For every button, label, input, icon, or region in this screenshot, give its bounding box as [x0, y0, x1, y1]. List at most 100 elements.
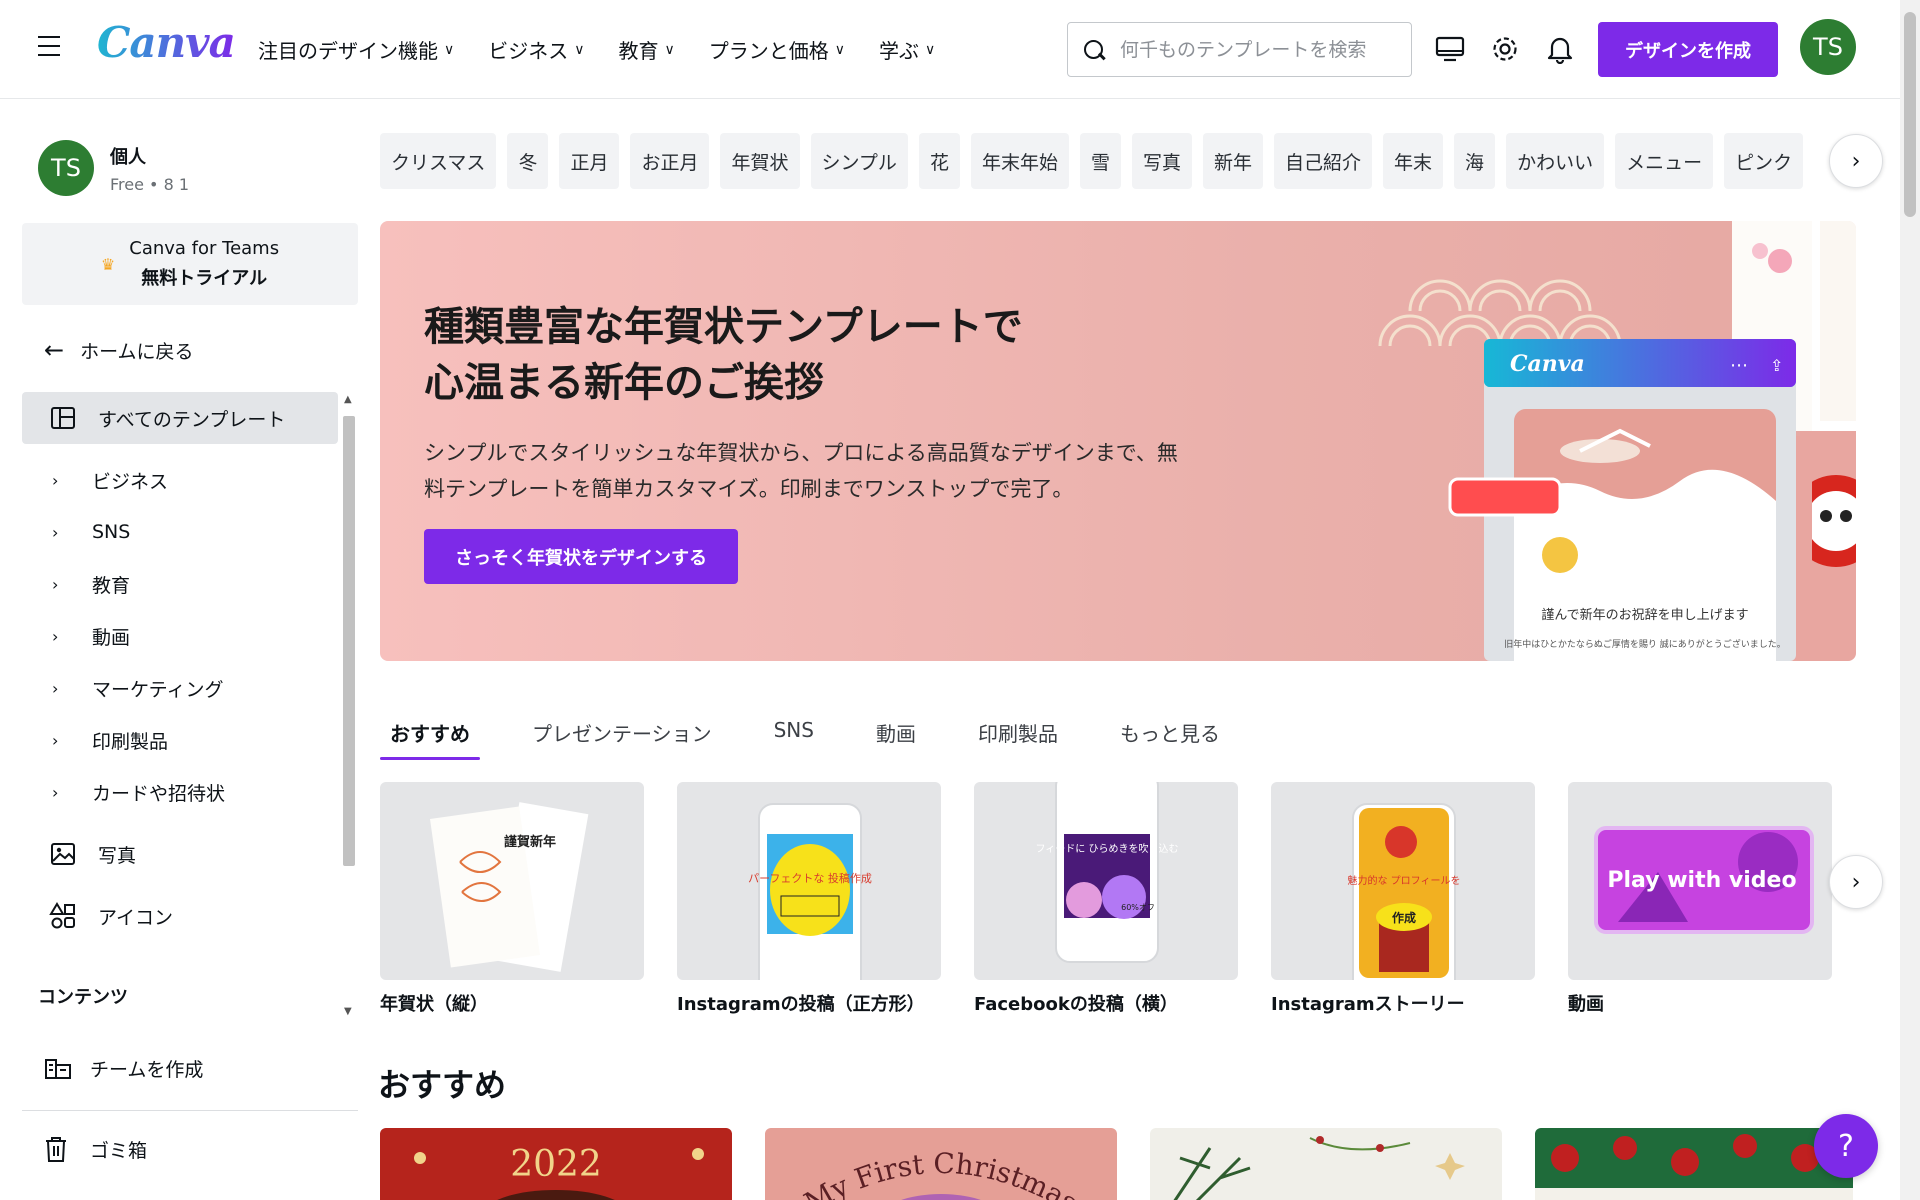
back-home-link[interactable]: ← ホームに戻る [44, 336, 194, 364]
keyword-chip[interactable]: 雪 [1079, 133, 1121, 189]
nav-education[interactable]: 教育 ∨ [619, 35, 675, 64]
template-card[interactable]: 2022 [380, 1128, 732, 1200]
chevron-right-icon: › [52, 574, 59, 594]
thumb-text: 魅力的な プロフィールを [1348, 874, 1461, 887]
account-name: 個人 [110, 146, 146, 168]
design-type-card[interactable]: Play with video 動画 [1568, 782, 1832, 1016]
search-icon [1082, 38, 1106, 62]
menu-icon[interactable] [38, 36, 60, 56]
canva-logo[interactable]: Canva [97, 18, 236, 67]
scroll-down-icon[interactable]: ▼ [344, 1006, 352, 1017]
thumb-badge: 60%オフ [1121, 903, 1155, 912]
keyword-chip[interactable]: 年賀状 [720, 133, 800, 189]
sidebar-item-cards[interactable]: › カードや招待状 [22, 766, 338, 818]
keyword-chip[interactable]: ピンク [1724, 133, 1804, 189]
help-button[interactable]: ? [1814, 1114, 1878, 1178]
search-box[interactable] [1067, 22, 1412, 77]
design-type-label: Facebookの投稿（横） [974, 994, 1178, 1015]
trash-icon [44, 1135, 74, 1163]
sidebar-item-education[interactable]: › 教育 [22, 558, 338, 610]
design-type-card[interactable]: 魅力的な プロフィールを 作成 Instagramストーリー [1271, 782, 1535, 1016]
trash-link[interactable]: ゴミ箱 [44, 1135, 147, 1163]
avatar[interactable]: TS [1800, 19, 1856, 75]
hero-banner: 種類豊富な年賀状テンプレートで 心温まる新年のご挨拶 シンプルでスタイリッシュな… [380, 221, 1856, 661]
template-card[interactable] [1535, 1128, 1853, 1200]
sidebar-scrollbar[interactable]: ▲ ▼ [340, 394, 358, 1022]
sidebar-item-photos[interactable]: 写真 [22, 828, 338, 880]
keyword-chip[interactable]: 花 [918, 133, 960, 189]
template-card[interactable] [1150, 1128, 1502, 1200]
keyword-chip[interactable]: 年末 [1383, 133, 1444, 189]
tab-presentation[interactable]: プレゼンテーション [522, 700, 722, 760]
tab-recommended[interactable]: おすすめ [380, 700, 480, 760]
keyword-chip[interactable]: クリスマス [380, 133, 497, 189]
sidebar-item-marketing[interactable]: › マーケティング [22, 662, 338, 714]
preview-logo: Canva [1510, 351, 1585, 377]
scrollbar-thumb[interactable] [343, 416, 355, 866]
sidebar-item-video[interactable]: › 動画 [22, 610, 338, 662]
keyword-chip[interactable]: 新年 [1203, 133, 1264, 189]
desktop-app-icon[interactable] [1434, 33, 1466, 65]
recommended-title: おすすめ [378, 1066, 507, 1104]
gear-icon[interactable] [1489, 33, 1521, 65]
sidebar-item-business[interactable]: › ビジネス [22, 454, 338, 506]
sidebar-item-print[interactable]: › 印刷製品 [22, 714, 338, 766]
keyword-chip[interactable]: お正月 [630, 133, 710, 189]
teams-trial-button[interactable]: ♛ Canva for Teams 無料トライアル [22, 223, 358, 305]
nav-learn[interactable]: 学ぶ ∨ [879, 35, 935, 64]
chevron-right-icon: › [52, 730, 59, 750]
chevron-right-icon: › [1851, 148, 1861, 174]
create-team-link[interactable]: チームを作成 [44, 1055, 203, 1082]
nav-pricing[interactable]: プランと価格 ∨ [709, 35, 845, 64]
tab-more[interactable]: もっと見る [1110, 700, 1230, 760]
keyword-chip[interactable]: 海 [1454, 133, 1496, 189]
keyword-chip[interactable]: メニュー [1615, 133, 1714, 189]
design-type-label: 年賀状（縦） [380, 994, 488, 1015]
account-switcher[interactable]: TS 個人 Free • 8 1 [38, 140, 189, 196]
shapes-icon [48, 902, 78, 930]
chevron-right-icon: › [52, 522, 59, 542]
design-type-card[interactable]: 謹賀新年 年賀状（縦） [380, 782, 644, 1016]
design-type-card[interactable]: パーフェクトな 投稿作成 Instagramの投稿（正方形） [677, 782, 941, 1016]
keyword-chip[interactable]: シンプル [810, 133, 908, 189]
design-type-card[interactable]: フィードに ひらめきを吹き込む 60%オフ Facebookの投稿（横） [974, 782, 1238, 1016]
design-type-label: Instagramの投稿（正方形） [677, 994, 925, 1015]
bell-icon[interactable] [1544, 33, 1576, 65]
design-nengajo-button[interactable]: さっそく年賀状をデザインする [424, 529, 738, 584]
tab-sns[interactable]: SNS [764, 700, 824, 760]
svg-text:⇪: ⇪ [1770, 356, 1783, 375]
thumb-text: パーフェクトな 投稿作成 [748, 871, 872, 885]
design-type-label: 動画 [1568, 994, 1604, 1015]
arrow-left-icon: ← [44, 336, 65, 364]
keyword-chip[interactable]: 自己紹介 [1274, 133, 1373, 189]
create-design-button[interactable]: デザインを作成 [1598, 22, 1778, 77]
search-input[interactable] [1120, 38, 1390, 61]
keyword-chip[interactable]: 冬 [507, 133, 549, 189]
keyword-chip[interactable]: 写真 [1131, 133, 1192, 189]
chevron-down-icon: ∨ [925, 41, 936, 58]
sidebar-item-all-templates[interactable]: すべてのテンプレート [22, 392, 338, 444]
thumb-text: 謹賀新年 [504, 834, 556, 850]
design-type-thumbnail: パーフェクトな 投稿作成 [677, 782, 941, 980]
chevron-right-icon: › [52, 470, 59, 490]
card-text: 2022 [510, 1144, 602, 1185]
scroll-up-icon[interactable]: ▲ [344, 394, 352, 405]
design-type-thumbnail: フィードに ひらめきを吹き込む 60%オフ [974, 782, 1238, 980]
sidebar-item-icons[interactable]: アイコン [22, 890, 338, 942]
sidebar-item-sns[interactable]: › SNS [22, 506, 338, 558]
tab-print[interactable]: 印刷製品 [968, 700, 1068, 760]
keyword-chip[interactable]: 正月 [559, 133, 620, 189]
chips-next-button[interactable]: › [1829, 134, 1883, 188]
page-scrollbar[interactable] [1900, 0, 1920, 1200]
tab-video[interactable]: 動画 [866, 700, 926, 760]
photo-icon [48, 841, 78, 867]
chevron-right-icon: › [52, 678, 59, 698]
nav-featured[interactable]: 注目のデザイン機能 ∨ [258, 35, 454, 64]
chevron-right-icon: › [52, 782, 59, 802]
keyword-chip[interactable]: 年末年始 [970, 133, 1069, 189]
nav-business[interactable]: ビジネス ∨ [488, 35, 584, 64]
design-types-next-button[interactable]: › [1829, 855, 1883, 909]
keyword-chip[interactable]: かわいい [1506, 133, 1605, 189]
scrollbar-thumb[interactable] [1904, 12, 1916, 217]
template-card[interactable]: My First Christmas [765, 1128, 1117, 1200]
